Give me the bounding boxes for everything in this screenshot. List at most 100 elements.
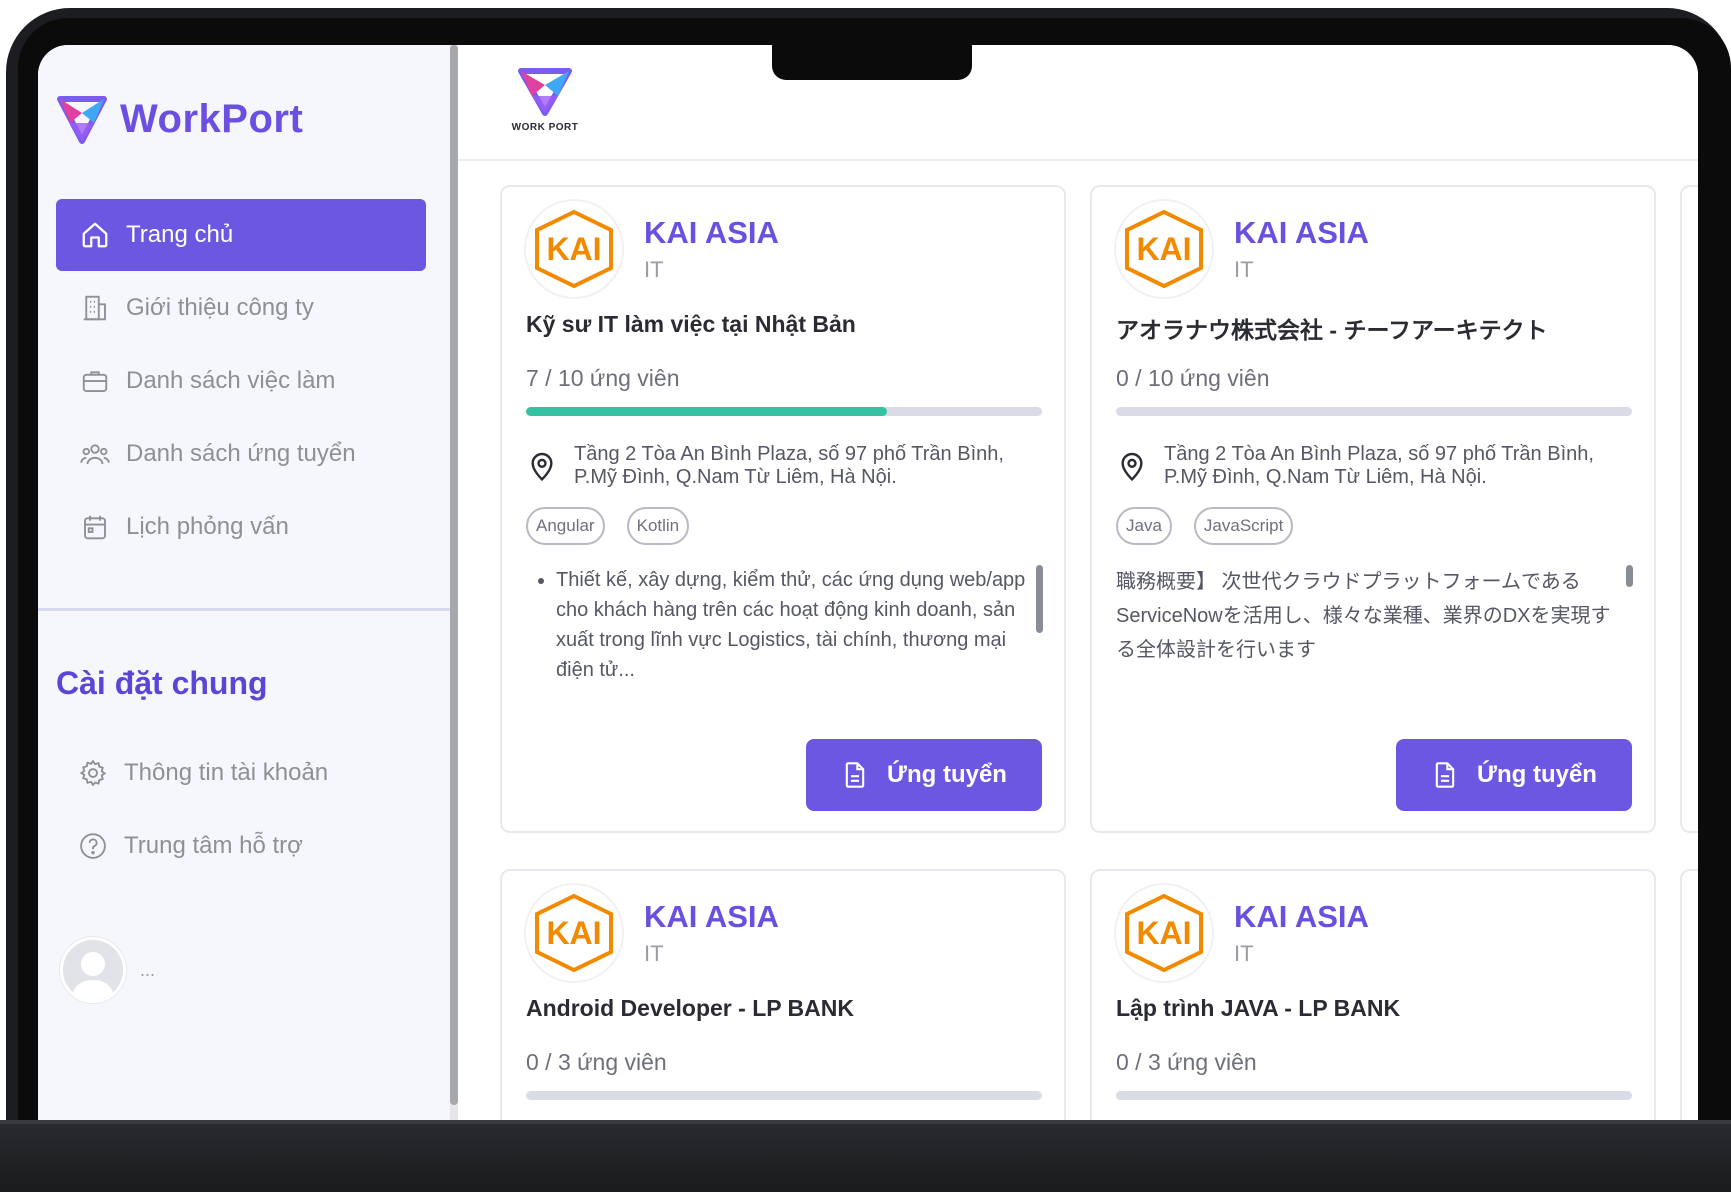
job-card[interactable]: KAI KAI ASIA IT アオラナウ株式会社 - チーフアーキテクト 0 … — [1090, 185, 1656, 833]
logo-text: KAI — [1136, 915, 1191, 951]
job-title[interactable]: Kỹ sư IT làm việc tại Nhật Bản — [526, 311, 856, 338]
skill-tags: Java JavaScript — [1116, 507, 1294, 545]
sidebar-item-label: Trung tâm hỗ trợ — [124, 832, 303, 859]
job-title[interactable]: Android Developer - LP BANK — [526, 995, 854, 1022]
brand[interactable]: WorkPort — [56, 93, 303, 145]
applicant-progress-bar — [1116, 1091, 1632, 1100]
document-icon — [845, 762, 865, 788]
applicant-count: 0 / 10 ứng viên — [1116, 365, 1270, 391]
job-description[interactable]: Thiết kế, xây dựng, kiểm thử, các ứng dụ… — [526, 565, 1026, 683]
job-address: Tầng 2 Tòa An Bình Plaza, số 97 phố Trần… — [1116, 443, 1632, 489]
kai-logo-icon: KAI — [1125, 893, 1203, 973]
industry-label: IT — [1234, 941, 1254, 966]
kai-logo-icon: KAI — [1125, 209, 1203, 289]
users-icon — [80, 444, 110, 465]
user-name: ... — [140, 959, 156, 980]
sidebar-item-interviews[interactable]: Lịch phỏng vấn — [56, 491, 426, 563]
top-logo-text: WORK PORT — [511, 122, 579, 133]
sidebar-item-account[interactable]: Thông tin tài khoản — [56, 737, 426, 809]
apply-button[interactable]: Ứng tuyển — [806, 739, 1042, 811]
kai-logo-icon: KAI — [535, 893, 613, 973]
company-logo: KAI — [524, 199, 624, 299]
gear-icon — [79, 759, 107, 787]
logo-text: KAI — [1136, 231, 1191, 267]
sidebar-item-jobs[interactable]: Danh sách việc làm — [56, 345, 426, 417]
sidebar-item-label: Giới thiệu công ty — [126, 294, 314, 321]
applicant-count: 0 / 3 ứng viên — [526, 1049, 667, 1075]
workport-logo-icon — [57, 96, 107, 144]
job-card[interactable]: KAI KAI ASIA IT Lập trình JAVA - LP BANK… — [1090, 869, 1656, 1121]
job-card-partial[interactable] — [1680, 185, 1698, 833]
sidebar-item-applications[interactable]: Danh sách ứng tuyển — [56, 418, 426, 490]
skill-tag: Java — [1116, 507, 1172, 545]
location-pin-icon — [531, 452, 553, 481]
calendar-icon — [84, 515, 106, 540]
sidebar-item-label: Danh sách việc làm — [126, 367, 336, 394]
sidebar-item-support[interactable]: Trung tâm hỗ trợ — [56, 810, 426, 882]
skill-tags: Angular Kotlin — [526, 507, 690, 545]
user-silhouette-icon — [71, 952, 115, 1000]
sidebar-item-label: Trang chủ — [126, 221, 234, 248]
building-icon — [83, 295, 106, 321]
briefcase-icon — [82, 371, 108, 392]
top-bar: WORK PORT — [458, 45, 1698, 161]
industry-label: IT — [1234, 257, 1254, 282]
apply-label: Ứng tuyển — [1477, 761, 1597, 788]
brand-name: WorkPort — [120, 96, 304, 141]
job-title[interactable]: Lập trình JAVA - LP BANK — [1116, 995, 1400, 1022]
kai-logo-icon: KAI — [535, 209, 613, 289]
main-content: WORK PORT KAI KAI ASIA IT Kỹ sư IT làm v… — [458, 45, 1698, 1121]
workport-logo-icon — [518, 68, 572, 116]
description-scrollbar[interactable] — [1036, 565, 1043, 633]
apply-label: Ứng tuyển — [887, 761, 1007, 788]
company-logo: KAI — [1114, 199, 1214, 299]
job-title[interactable]: アオラナウ株式会社 - チーフアーキテクト — [1116, 311, 1548, 345]
avatar — [60, 937, 126, 1003]
company-name[interactable]: KAI ASIA — [644, 215, 779, 251]
laptop-base — [0, 1120, 1731, 1192]
main-nav: Trang chủ Giới thiệu công ty Danh sách v… — [56, 199, 426, 564]
job-address: Tầng 2 Tòa An Bình Plaza, số 97 phố Trần… — [526, 443, 1042, 489]
job-description[interactable]: 職務概要】 次世代クラウドプラットフォームであるServiceNowを活用し、様… — [1116, 565, 1616, 683]
company-name[interactable]: KAI ASIA — [644, 899, 779, 935]
applicant-progress-bar — [1116, 407, 1632, 416]
sidebar-item-label: Thông tin tài khoản — [124, 759, 329, 786]
skill-tag: Angular — [526, 507, 605, 545]
company-logo: KAI — [1114, 883, 1214, 983]
description-text: 職務概要】 次世代クラウドプラットフォームであるServiceNowを活用し、様… — [1116, 571, 1611, 661]
apply-button[interactable]: Ứng tuyển — [1396, 739, 1632, 811]
app-screen: WorkPort Trang chủ Giới thiệu công ty Da… — [38, 45, 1698, 1121]
description-scrollbar[interactable] — [1626, 565, 1633, 587]
applicant-progress-bar — [526, 407, 1042, 416]
skill-tag: JavaScript — [1193, 507, 1294, 545]
settings-nav: Thông tin tài khoản Trung tâm hỗ trợ — [56, 737, 426, 883]
job-card-partial[interactable] — [1680, 869, 1698, 1121]
sidebar-item-label: Lịch phỏng vấn — [126, 513, 289, 540]
sidebar-scrollbar-thumb[interactable] — [450, 45, 458, 1105]
sidebar: WorkPort Trang chủ Giới thiệu công ty Da… — [38, 45, 450, 1121]
applicant-count: 7 / 10 ứng viên — [526, 365, 680, 391]
applicant-count: 0 / 3 ứng viên — [1116, 1049, 1257, 1075]
home-icon — [82, 222, 108, 248]
address-text: Tầng 2 Tòa An Bình Plaza, số 97 phố Trần… — [574, 443, 1004, 488]
logo-text: KAI — [546, 231, 601, 267]
job-card[interactable]: KAI KAI ASIA IT Android Developer - LP B… — [500, 869, 1066, 1121]
address-text: Tầng 2 Tòa An Bình Plaza, số 97 phố Trần… — [1164, 443, 1594, 488]
applicant-progress-bar — [526, 1091, 1042, 1100]
sidebar-item-company[interactable]: Giới thiệu công ty — [56, 272, 426, 344]
industry-label: IT — [644, 257, 664, 282]
job-card[interactable]: KAI KAI ASIA IT Kỹ sư IT làm việc tại Nh… — [500, 185, 1066, 833]
laptop-frame: WorkPort Trang chủ Giới thiệu công ty Da… — [0, 0, 1731, 1192]
user-profile[interactable]: ... — [60, 937, 155, 1003]
sidebar-item-home[interactable]: Trang chủ — [56, 199, 426, 271]
sidebar-item-label: Danh sách ứng tuyển — [126, 440, 356, 467]
description-text: Thiết kế, xây dựng, kiểm thử, các ứng dụ… — [556, 565, 1026, 683]
company-name[interactable]: KAI ASIA — [1234, 899, 1369, 935]
sidebar-divider — [38, 608, 450, 611]
top-logo[interactable]: WORK PORT — [510, 63, 580, 133]
applicant-progress-fill — [526, 407, 888, 416]
location-pin-icon — [1121, 452, 1143, 481]
industry-label: IT — [644, 941, 664, 966]
skill-tag: Kotlin — [626, 507, 690, 545]
company-name[interactable]: KAI ASIA — [1234, 215, 1369, 251]
